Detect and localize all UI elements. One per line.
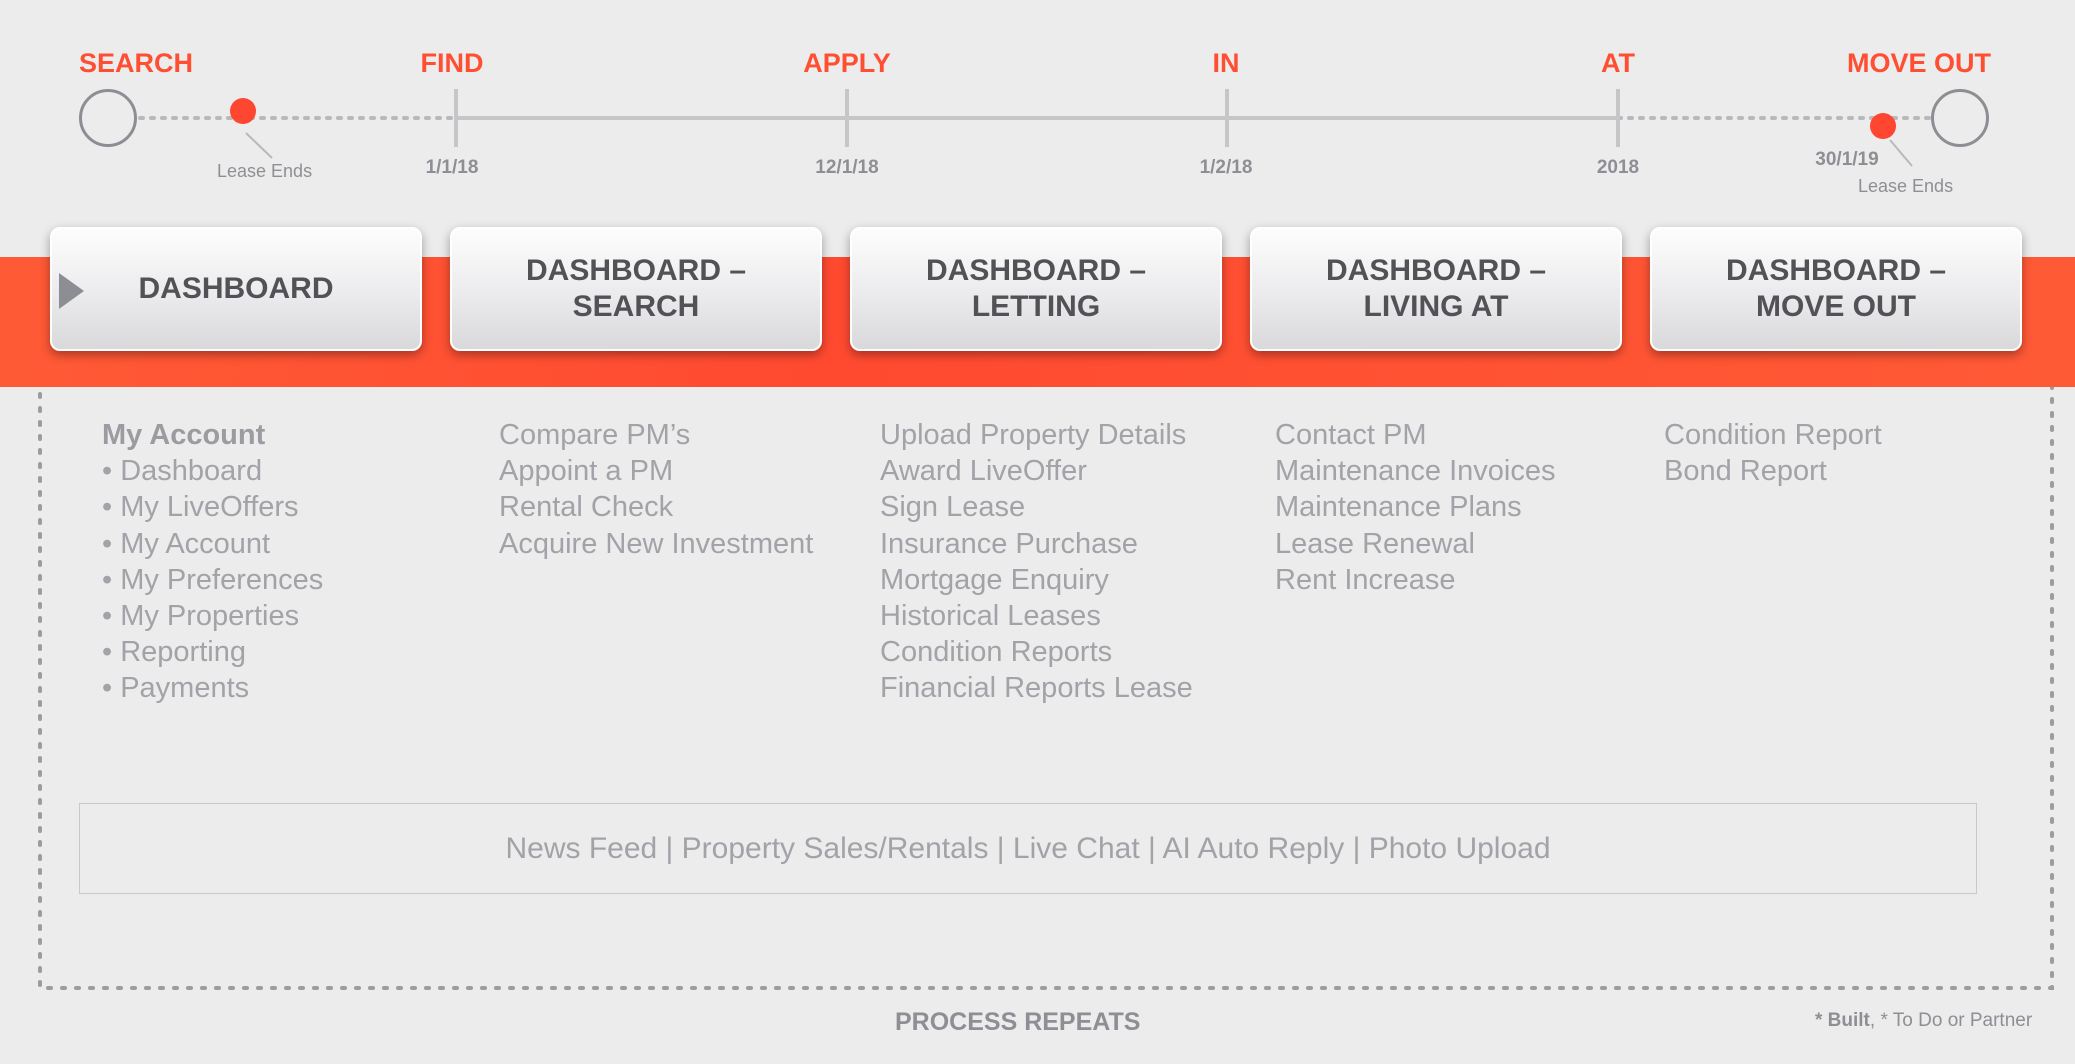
legend-todo: * To Do or Partner — [1880, 1010, 2033, 1031]
list-item[interactable]: • My Account — [102, 526, 323, 562]
list-item[interactable]: Compare PM’s — [499, 417, 813, 453]
list-item[interactable]: Upload Property Details — [880, 417, 1193, 453]
card-dashboard-search[interactable]: DASHBOARD – SEARCH — [450, 227, 822, 351]
list-item[interactable]: Bond Report — [1664, 453, 1882, 489]
timeline-line — [138, 116, 1932, 167]
stage-label-find: FIND — [420, 48, 484, 78]
list-item[interactable]: Condition Reports — [880, 634, 1193, 670]
lease-ends-label-right: Lease Ends — [1858, 176, 1954, 196]
lease-ends-label-left: Lease Ends — [217, 161, 313, 181]
process-repeats-label: PROCESS REPEATS — [895, 1008, 1141, 1036]
account-heading: My Account — [102, 419, 266, 451]
card-dashboard[interactable]: DASHBOARD — [50, 227, 422, 351]
list-item[interactable]: Rental Check — [499, 489, 813, 525]
list-item[interactable]: Mortgage Enquiry — [880, 562, 1193, 598]
legend-separator: , — [1869, 1010, 1881, 1031]
list-item[interactable]: • Dashboard — [102, 453, 323, 489]
lease-end-marker-right — [1870, 113, 1896, 139]
list-item[interactable]: • Payments — [102, 670, 323, 706]
date-label-apply: 12/1/18 — [815, 157, 879, 178]
list-item[interactable]: Lease Renewal — [1275, 526, 1556, 562]
column-letting: Upload Property Details Award LiveOffer … — [880, 417, 1193, 707]
list-item[interactable]: Historical Leases — [880, 598, 1193, 634]
list-item[interactable]: Insurance Purchase — [880, 526, 1193, 562]
stage-label-apply: APPLY — [803, 48, 891, 78]
list-item[interactable]: Maintenance Invoices — [1275, 453, 1556, 489]
list-item[interactable]: Acquire New Investment — [499, 526, 813, 562]
list-item[interactable]: Rent Increase — [1275, 562, 1556, 598]
shared-features-text: News Feed | Property Sales/Rentals | Liv… — [505, 831, 1551, 865]
legend: * Built, * To Do or Partner — [1815, 1010, 2032, 1032]
card-dashboard-living-at-label: DASHBOARD – LIVING AT — [1325, 254, 1547, 323]
list-item[interactable]: Condition Report — [1664, 417, 1882, 453]
list-item[interactable]: Appoint a PM — [499, 453, 813, 489]
card-dashboard-label: DASHBOARD — [138, 272, 334, 305]
lease-end-marker-left — [230, 98, 256, 124]
legend-built: * Built — [1815, 1010, 1870, 1031]
timeline-tick-at — [1616, 89, 1620, 147]
list-item[interactable]: Sign Lease — [880, 489, 1193, 525]
stage-label-search: SEARCH — [78, 48, 194, 78]
timeline-tick-find — [454, 89, 458, 147]
list-item[interactable]: • My Properties — [102, 598, 323, 634]
column-move-out: Condition Report Bond Report — [1664, 417, 1882, 489]
card-dashboard-move-out-label: DASHBOARD – MOVE OUT — [1725, 254, 1947, 323]
date-label-at: 2018 — [1596, 157, 1640, 178]
card-dashboard-living-at[interactable]: DASHBOARD – LIVING AT — [1250, 227, 1622, 351]
list-item[interactable]: • My LiveOffers — [102, 489, 323, 525]
stage-label-at: AT — [1601, 48, 1635, 78]
date-label-in: 1/2/18 — [1199, 157, 1253, 178]
shared-features-box: News Feed | Property Sales/Rentals | Liv… — [79, 803, 1977, 894]
timeline-tick-in — [1225, 89, 1229, 147]
list-item[interactable]: • My Preferences — [102, 562, 323, 598]
card-dashboard-letting[interactable]: DASHBOARD – LETTING — [850, 227, 1222, 351]
column-living-at: Contact PM Maintenance Invoices Maintena… — [1275, 417, 1556, 598]
list-item[interactable]: Award LiveOffer — [880, 453, 1193, 489]
column-account: My Account • Dashboard • My LiveOffers •… — [102, 417, 323, 707]
card-dashboard-letting-label: DASHBOARD – LETTING — [925, 254, 1147, 323]
timeline-tick-apply — [845, 89, 849, 147]
stage-label-move-out: MOVE OUT — [1846, 48, 1992, 78]
list-item[interactable]: Contact PM — [1275, 417, 1556, 453]
card-dashboard-search-label: DASHBOARD – SEARCH — [525, 254, 747, 323]
list-item[interactable]: Financial Reports Lease — [880, 670, 1193, 706]
play-arrow-icon — [59, 273, 84, 309]
card-dashboard-move-out[interactable]: DASHBOARD – MOVE OUT — [1650, 227, 2022, 351]
column-search: Compare PM’s Appoint a PM Rental Check A… — [499, 417, 813, 562]
date-label-move-out: 30/1/19 — [1815, 149, 1879, 170]
stage-label-in: IN — [1212, 48, 1240, 78]
timeline-start-node — [79, 89, 137, 147]
list-item[interactable]: • Reporting — [102, 634, 323, 670]
date-label-find: 1/1/18 — [425, 157, 479, 178]
list-item[interactable]: Maintenance Plans — [1275, 489, 1556, 525]
timeline-end-node — [1931, 89, 1989, 147]
